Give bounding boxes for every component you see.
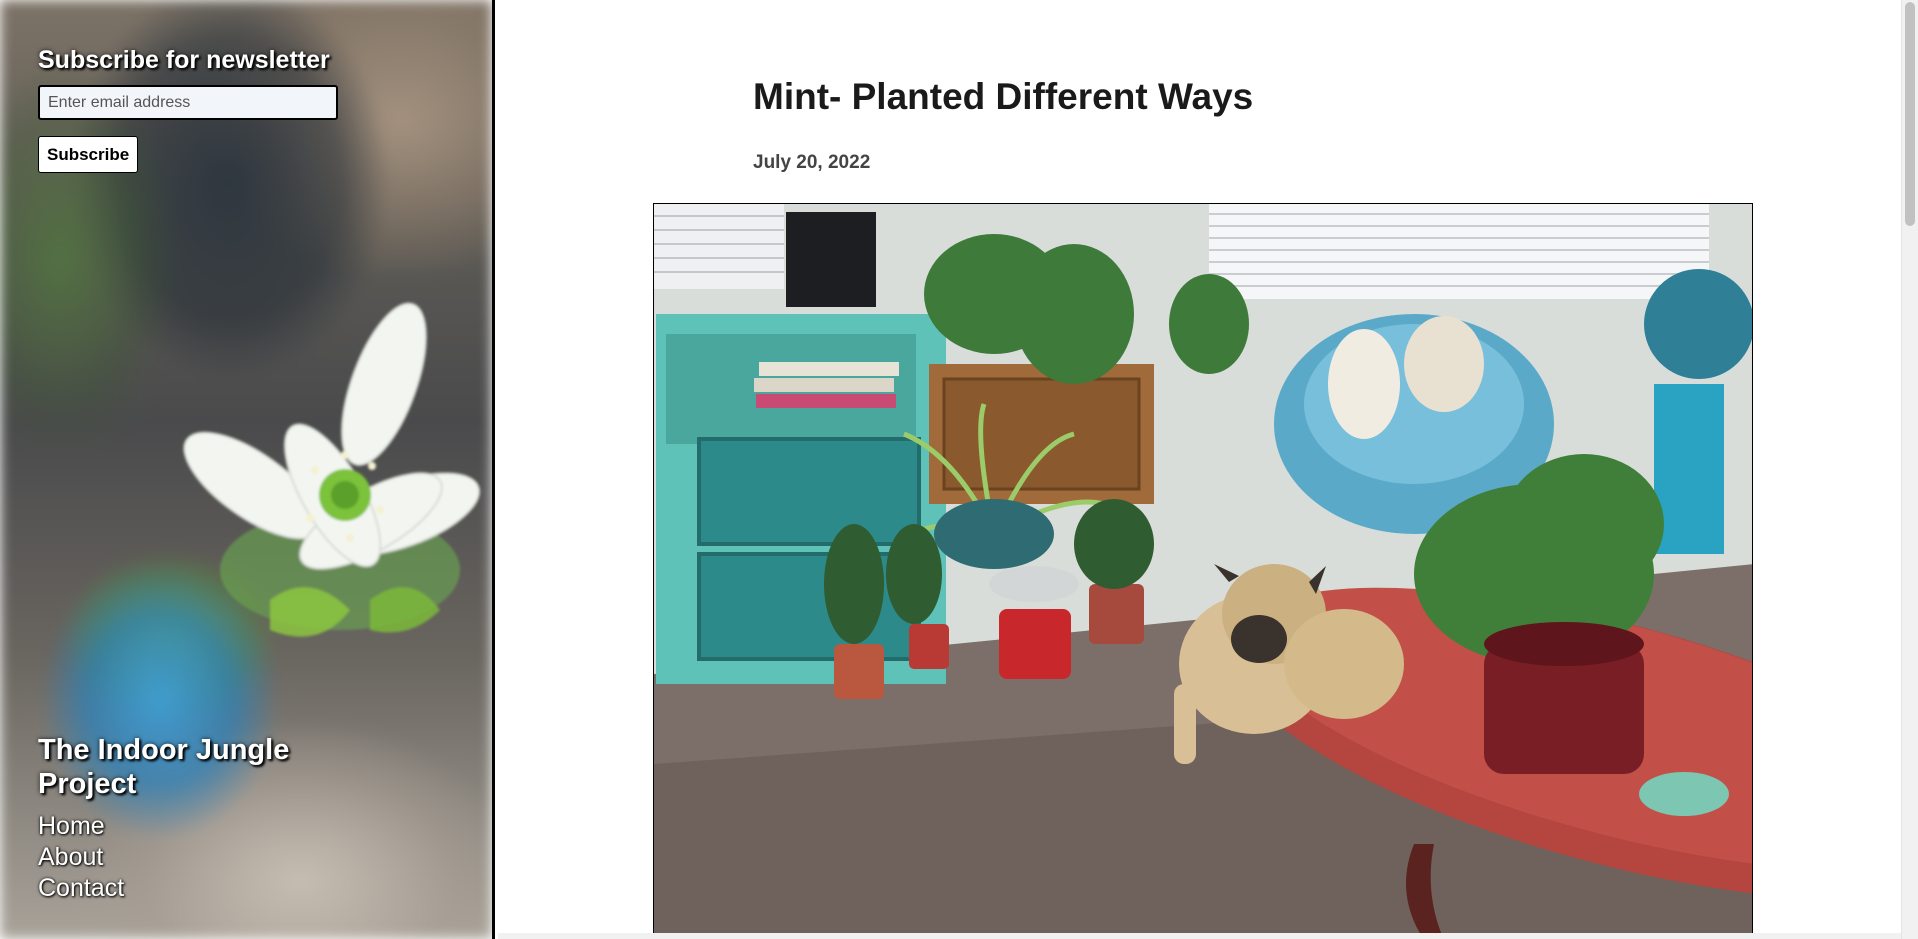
site-title: The Indoor Jungle Project [38, 734, 290, 800]
newsletter-form: Subscribe for newsletter Subscribe [38, 46, 338, 173]
living-room-photo [654, 204, 1752, 938]
nav-link-about[interactable]: About [38, 842, 103, 873]
email-input[interactable] [38, 85, 338, 120]
sidebar: Subscribe for newsletter Subscribe The I… [0, 0, 495, 939]
horizontal-scrollbar[interactable] [498, 933, 1901, 939]
vertical-scrollbar[interactable] [1901, 0, 1918, 939]
post-hero-image [653, 203, 1753, 939]
page: Subscribe for newsletter Subscribe The I… [0, 0, 1918, 939]
main-content: Mint- Planted Different Ways July 20, 20… [498, 0, 1900, 939]
nav-link-home[interactable]: Home [38, 811, 105, 842]
post-date: July 20, 2022 [753, 152, 871, 173]
site-nav-block: The Indoor Jungle Project Home About Con… [38, 733, 358, 904]
post-title: Mint- Planted Different Ways [753, 76, 1254, 117]
main-nav: Home About Contact [38, 811, 358, 904]
scrollbar-thumb[interactable] [1905, 2, 1915, 226]
newsletter-title: Subscribe for newsletter [38, 46, 330, 74]
flower-photo [183, 302, 481, 637]
subscribe-button[interactable]: Subscribe [38, 136, 139, 173]
nav-link-contact[interactable]: Contact [38, 873, 124, 904]
